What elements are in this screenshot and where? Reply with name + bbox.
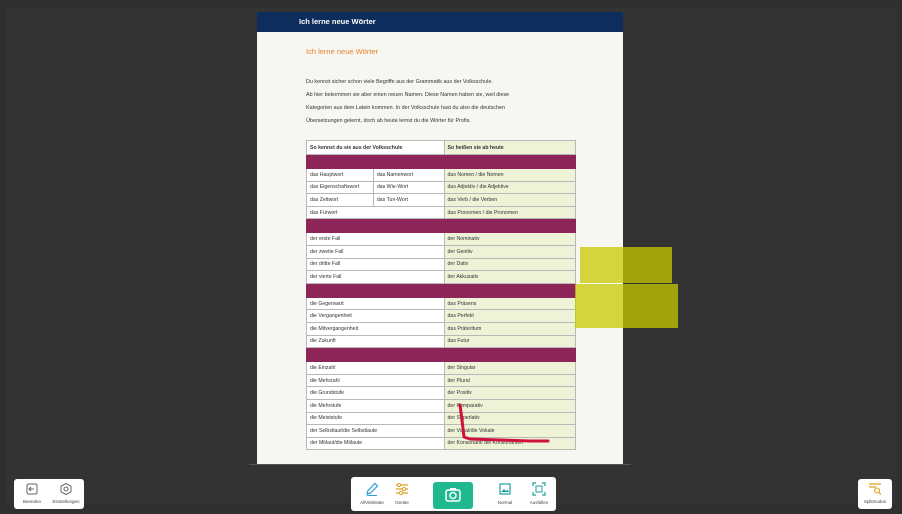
image-icon	[499, 483, 511, 495]
normal-view-button[interactable]: Normal	[492, 481, 518, 505]
capture-button[interactable]	[433, 482, 473, 509]
settings-button[interactable]: Einstellungen	[50, 482, 82, 504]
camera-icon	[445, 488, 461, 502]
split-mode-icon	[869, 483, 882, 495]
exit-icon	[26, 483, 38, 495]
annotate-button[interactable]: AllViMintate	[357, 481, 387, 505]
page-divider	[249, 464, 631, 465]
exit-button[interactable]: Beenden	[18, 482, 46, 504]
split-mode-button[interactable]: Splitmodus	[860, 482, 890, 504]
fill-view-button[interactable]: Ausfüllen	[525, 481, 553, 505]
red-pen-annotation[interactable]	[0, 0, 902, 511]
pen-icon	[366, 482, 379, 496]
sliders-icon	[396, 482, 408, 496]
devices-button[interactable]: Geräte	[389, 481, 415, 505]
settings-icon	[60, 482, 72, 496]
fill-frame-icon	[532, 482, 546, 496]
